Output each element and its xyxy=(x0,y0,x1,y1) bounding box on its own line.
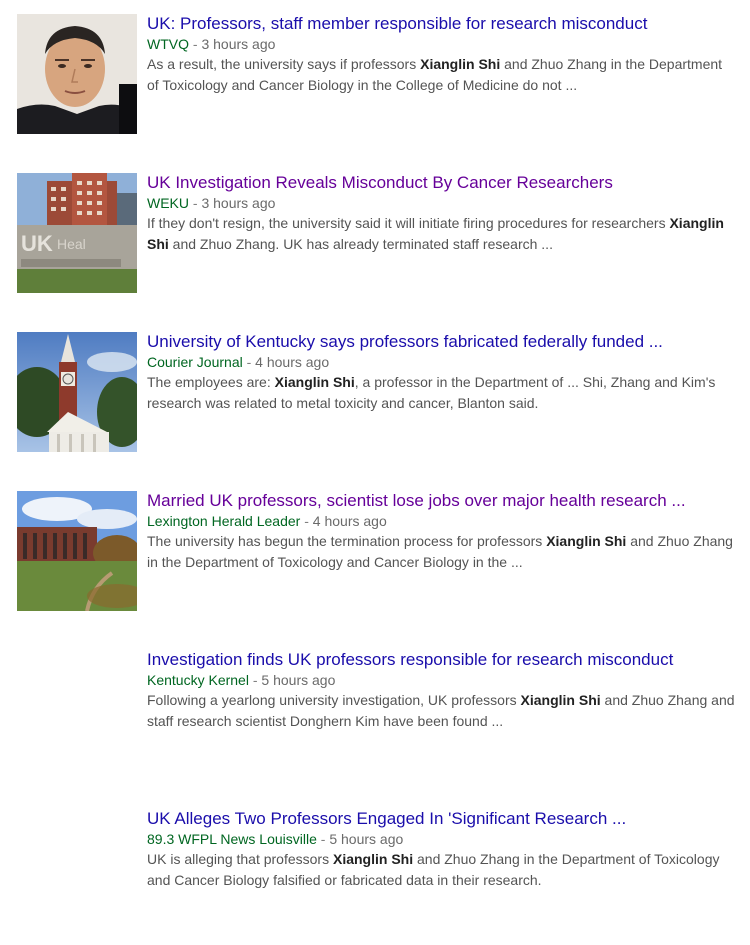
snippet-highlight: Xianglin Shi xyxy=(546,533,627,549)
result-text: Married UK professors, scientist lose jo… xyxy=(147,491,737,572)
result-snippet: The employees are: Xianglin Shi, a profe… xyxy=(147,372,737,413)
result-meta: 89.3 WFPL News Louisville - 5 hours ago xyxy=(147,829,737,849)
result-title-link[interactable]: Investigation finds UK professors respon… xyxy=(147,650,737,670)
snippet-highlight: Xianglin Shi xyxy=(420,56,501,72)
result-source: WEKU xyxy=(147,195,189,211)
result-title-link[interactable]: University of Kentucky says professors f… xyxy=(147,332,737,352)
result-time: 3 hours ago xyxy=(201,36,276,52)
result-meta: Lexington Herald Leader - 4 hours ago xyxy=(147,511,737,531)
svg-text:Heal: Heal xyxy=(57,236,86,252)
snippet-text: UK is alleging that professors xyxy=(147,851,333,867)
result-meta: Courier Journal - 4 hours ago xyxy=(147,352,737,372)
result-thumbnail-uk-healthcare[interactable]: UK Heal xyxy=(17,173,137,293)
snippet-text: As a result, the university says if prof… xyxy=(147,56,421,72)
news-result: UK: Professors, staff member responsible… xyxy=(0,0,750,150)
result-time: 5 hours ago xyxy=(261,672,336,688)
news-result: Married UK professors, scientist lose jo… xyxy=(0,477,750,627)
result-title-link[interactable]: UK Investigation Reveals Misconduct By C… xyxy=(147,173,737,193)
result-snippet: Following a yearlong university investig… xyxy=(147,690,737,731)
result-text: University of Kentucky says professors f… xyxy=(147,332,737,413)
result-time: 4 hours ago xyxy=(255,354,330,370)
result-title-link[interactable]: Married UK professors, scientist lose jo… xyxy=(147,491,737,511)
result-separator: - xyxy=(189,195,202,211)
result-separator: - xyxy=(316,831,330,847)
result-meta: WEKU - 3 hours ago xyxy=(147,193,737,213)
result-thumbnail-portrait[interactable] xyxy=(17,14,137,134)
snippet-text: The employees are: xyxy=(147,374,275,390)
result-source: 89.3 WFPL News Louisville xyxy=(147,831,317,847)
result-separator: - xyxy=(189,36,202,52)
result-separator: - xyxy=(300,513,313,529)
result-text: UK Alleges Two Professors Engaged In 'Si… xyxy=(147,809,737,890)
news-result: Investigation finds UK professors respon… xyxy=(0,636,750,786)
snippet-highlight: Xianglin Shi xyxy=(274,374,355,390)
result-source: WTVQ xyxy=(147,36,189,52)
result-time: 4 hours ago xyxy=(312,513,387,529)
result-text: UK: Professors, staff member responsible… xyxy=(147,14,737,95)
result-source: Lexington Herald Leader xyxy=(147,513,301,529)
result-snippet: As a result, the university says if prof… xyxy=(147,54,737,95)
result-title-link[interactable]: UK Alleges Two Professors Engaged In 'Si… xyxy=(147,809,737,829)
news-result: University of Kentucky says professors f… xyxy=(0,318,750,468)
snippet-highlight: Xianglin Shi xyxy=(520,692,601,708)
snippet-text: and Zhuo Zhang. UK has already terminate… xyxy=(168,235,553,252)
snippet-text: Following a yearlong university investig… xyxy=(147,692,521,708)
snippet-text: If they don't resign, the university sai… xyxy=(147,215,670,231)
svg-text:UK: UK xyxy=(21,231,53,256)
result-title-link[interactable]: UK: Professors, staff member responsible… xyxy=(147,14,737,34)
result-source: Kentucky Kernel xyxy=(147,672,249,688)
result-text: Investigation finds UK professors respon… xyxy=(147,650,737,731)
result-meta: Kentucky Kernel - 5 hours ago xyxy=(147,670,737,690)
result-time: 3 hours ago xyxy=(201,195,276,211)
result-snippet: If they don't resign, the university sai… xyxy=(147,213,737,254)
news-result: UK Alleges Two Professors Engaged In 'Si… xyxy=(0,795,750,945)
result-separator: - xyxy=(248,672,262,688)
result-snippet: UK is alleging that professors Xianglin … xyxy=(147,849,737,890)
result-snippet: The university has begun the termination… xyxy=(147,531,737,572)
result-thumbnail-clock-tower[interactable] xyxy=(17,332,137,452)
news-result: UK Heal UK Investigation Reveals Miscond… xyxy=(0,159,750,309)
result-time: 5 hours ago xyxy=(329,831,404,847)
result-thumbnail-campus-building[interactable] xyxy=(17,491,137,611)
snippet-highlight: Xianglin Shi xyxy=(332,851,414,867)
result-source: Courier Journal xyxy=(147,354,243,370)
snippet-text: The university has begun the termination… xyxy=(147,533,547,549)
result-meta: WTVQ - 3 hours ago xyxy=(147,34,737,54)
result-text: UK Investigation Reveals Misconduct By C… xyxy=(147,173,737,254)
result-separator: - xyxy=(242,354,256,370)
